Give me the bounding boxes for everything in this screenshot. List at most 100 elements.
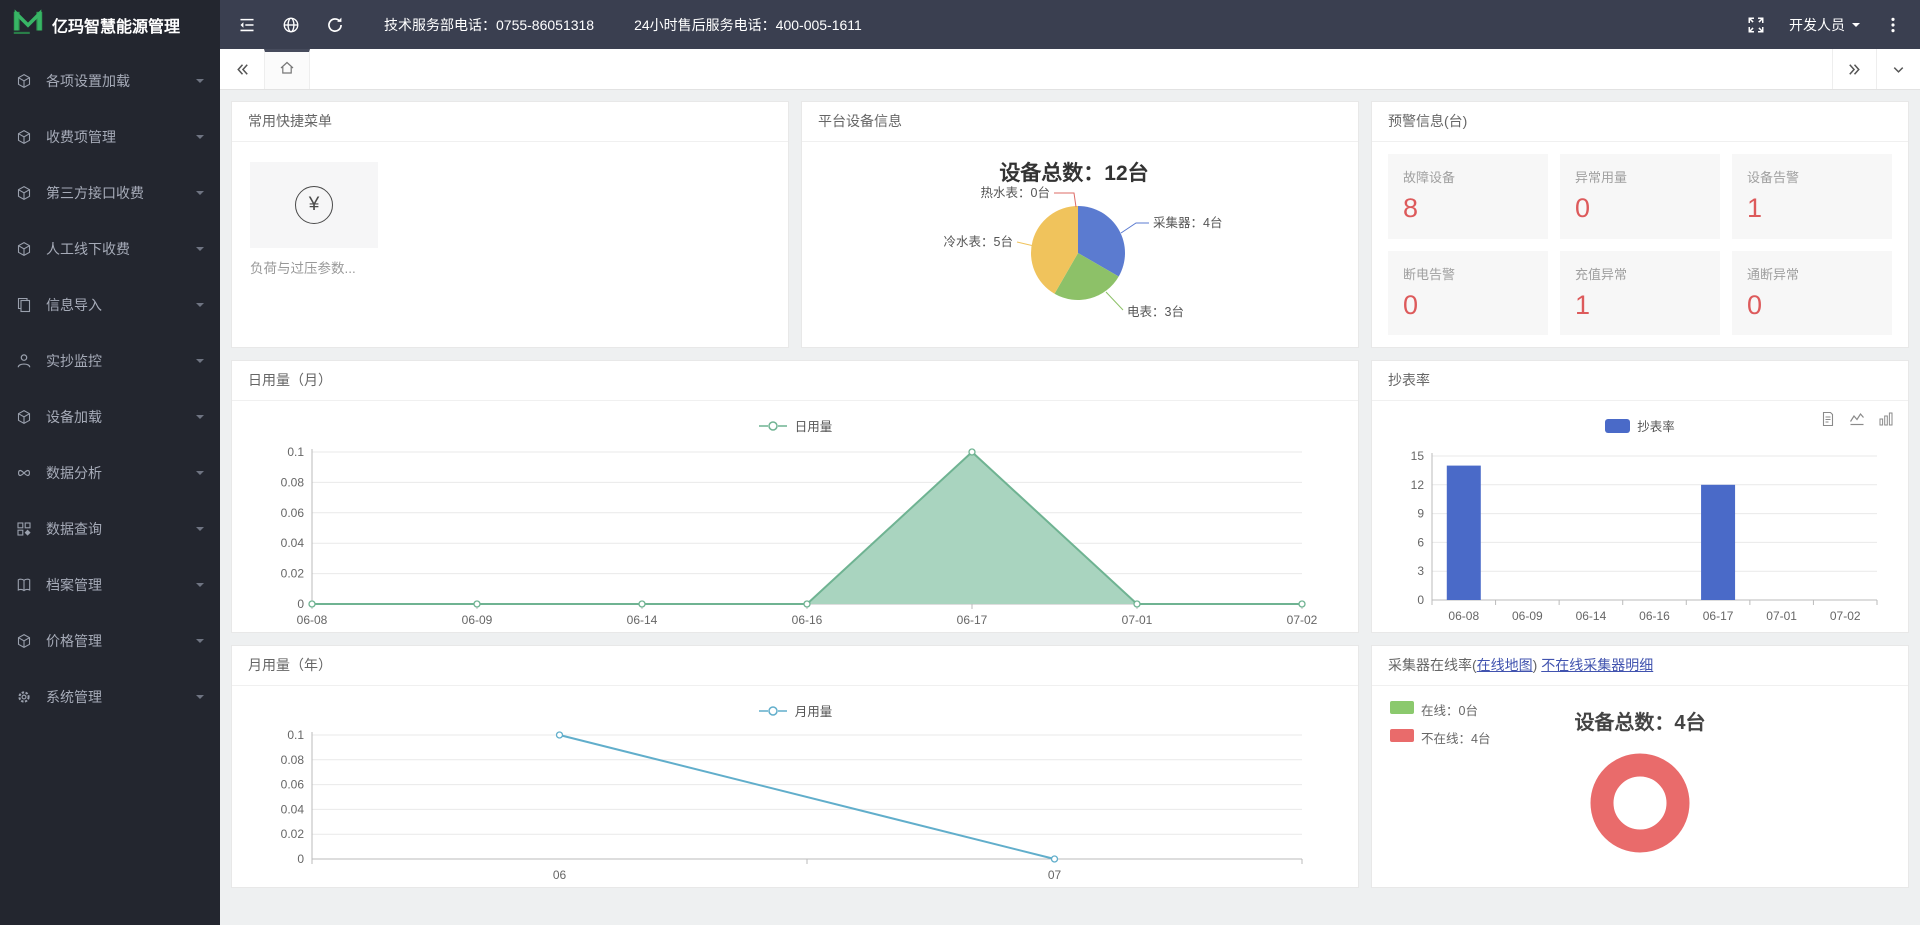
line-legend-marker-icon xyxy=(758,705,788,717)
monthly-usage-legend[interactable]: 月用量 xyxy=(248,694,1342,727)
cube-icon xyxy=(16,409,32,425)
x-tick-label: 06-08 xyxy=(1448,609,1479,623)
alert-label: 充值异常 xyxy=(1575,264,1705,283)
sidebar-item-offline-fee[interactable]: 人工线下收费 xyxy=(0,221,220,277)
pie-title: 设备总数：12台 xyxy=(999,161,1148,185)
alert-label: 故障设备 xyxy=(1403,167,1533,186)
menu-fold-icon[interactable] xyxy=(238,16,256,34)
sidebar-item-system[interactable]: 系统管理 xyxy=(0,669,220,725)
caret-down-icon xyxy=(196,639,204,647)
x-tick-label: 06-09 xyxy=(1512,609,1543,623)
caret-down-icon xyxy=(196,695,204,703)
sidebar-item-data-query[interactable]: 数据查询 xyxy=(0,501,220,557)
sidebar-item-fee-items[interactable]: 收费项管理 xyxy=(0,109,220,165)
alert-tile-abnormal-usage[interactable]: 异常用量0 xyxy=(1560,154,1720,239)
tabs-menu-icon[interactable] xyxy=(1876,49,1920,89)
caret-down-icon xyxy=(196,527,204,535)
donut-ring xyxy=(1602,765,1678,841)
alert-tile-recharge-abnormal[interactable]: 充值异常1 xyxy=(1560,251,1720,336)
caret-down-icon xyxy=(196,135,204,143)
sidebar-item-label: 各项设置加载 xyxy=(46,71,196,91)
caret-down-icon xyxy=(196,583,204,591)
sidebar-item-label: 数据查询 xyxy=(46,519,196,539)
caret-down-icon xyxy=(196,191,204,199)
y-tick-label: 0.08 xyxy=(281,475,305,489)
legend-online[interactable]: 在线：0台 xyxy=(1390,700,1490,719)
sidebar-item-data-analysis[interactable]: 数据分析 xyxy=(0,445,220,501)
tabs-scroll-left-icon[interactable] xyxy=(220,49,264,89)
tabs-scroll-right-icon[interactable] xyxy=(1832,49,1876,89)
switch-line-chart-icon[interactable] xyxy=(1849,411,1865,427)
app-root: 亿玛智慧能源管理 技术服务部电话：0755-86051318 24小时售后服务电… xyxy=(0,0,1920,925)
x-tick-label: 06-08 xyxy=(297,613,328,627)
caret-down-icon xyxy=(196,79,204,87)
refresh-icon[interactable] xyxy=(326,16,344,34)
tabbar xyxy=(220,49,1920,90)
caret-down-icon xyxy=(196,415,204,423)
legend-label: 抄表率 xyxy=(1637,416,1675,435)
sidebar: 各项设置加载 收费项管理 第三方接口收费 人工线下收费 信息导入 实抄监控 设备… xyxy=(0,49,220,925)
y-tick-label: 3 xyxy=(1417,564,1424,578)
collector-title-text: 采集器在线率( xyxy=(1388,657,1477,673)
sidebar-item-archive[interactable]: 档案管理 xyxy=(0,557,220,613)
sidebar-item-info-import[interactable]: 信息导入 xyxy=(0,277,220,333)
book-icon xyxy=(16,577,32,593)
card-daily-usage: 日用量（月） 日用量 00.020.040.060.080.106-0806-0… xyxy=(231,360,1359,633)
cube-icon xyxy=(16,241,32,257)
data-point xyxy=(557,732,563,738)
donut-plot xyxy=(1565,735,1715,873)
topbar-main: 技术服务部电话：0755-86051318 24小时售后服务电话：400-005… xyxy=(220,0,1920,49)
data-point xyxy=(1299,601,1305,607)
legend-label: 日用量 xyxy=(795,416,833,435)
collector-title-close: ) xyxy=(1533,657,1542,673)
sidebar-item-settings-load[interactable]: 各项设置加载 xyxy=(0,53,220,109)
shortcut-tile[interactable]: ¥ xyxy=(250,162,378,248)
x-tick-label: 06 xyxy=(553,868,567,882)
alert-tile-power-cut-alarm[interactable]: 断电告警0 xyxy=(1388,251,1548,336)
alert-label: 通断异常 xyxy=(1747,264,1877,283)
x-tick-label: 06-16 xyxy=(792,613,823,627)
y-tick-label: 9 xyxy=(1417,507,1424,521)
kebab-menu-icon[interactable] xyxy=(1884,16,1902,34)
alert-tile-switch-abnormal[interactable]: 通断异常0 xyxy=(1732,251,1892,336)
y-tick-label: 0.04 xyxy=(281,536,305,550)
y-tick-label: 0.06 xyxy=(281,506,305,520)
fullscreen-icon[interactable] xyxy=(1747,16,1765,34)
card-title: 月用量（年） xyxy=(232,646,1358,686)
alert-tile-device-alarm[interactable]: 设备告警1 xyxy=(1732,154,1892,239)
card-title: 采集器在线率(在线地图) 不在线采集器明细 xyxy=(1372,646,1908,686)
y-tick-label: 0 xyxy=(297,597,304,611)
gear-icon xyxy=(16,689,32,705)
reading-rate-legend[interactable]: 抄表率 xyxy=(1388,409,1892,442)
switch-bar-chart-icon[interactable] xyxy=(1878,411,1894,427)
shortcut-load-overvoltage[interactable]: ¥ 负荷与过压参数... xyxy=(250,162,378,277)
collector-donut-chart xyxy=(1565,735,1715,873)
offline-collector-detail-link[interactable]: 不在线采集器明细 xyxy=(1541,657,1653,673)
data-point xyxy=(969,449,975,455)
card-reading-rate: 抄表率 抄表率 0369121506-0806-0906-1406-1606-1… xyxy=(1371,360,1909,633)
legend-label: 月用量 xyxy=(795,701,833,720)
data-point xyxy=(474,601,480,607)
sidebar-item-label: 人工线下收费 xyxy=(46,239,196,259)
alert-tile-fault-devices[interactable]: 故障设备8 xyxy=(1388,154,1548,239)
sidebar-item-thirdparty-fee[interactable]: 第三方接口收费 xyxy=(0,165,220,221)
sidebar-item-reading-monitor[interactable]: 实抄监控 xyxy=(0,333,220,389)
reading-rate-chart: 0369121506-0806-0906-1406-1606-1707-0107… xyxy=(1388,442,1892,632)
legend-label: 不在线：4台 xyxy=(1421,728,1490,747)
sidebar-item-device-load[interactable]: 设备加载 xyxy=(0,389,220,445)
offline-swatch xyxy=(1390,729,1414,742)
user-menu[interactable]: 开发人员 xyxy=(1789,15,1860,35)
sidebar-item-label: 实抄监控 xyxy=(46,351,196,371)
bar xyxy=(1447,466,1481,600)
daily-usage-legend[interactable]: 日用量 xyxy=(248,409,1342,442)
tab-home[interactable] xyxy=(264,49,310,89)
data-view-icon[interactable] xyxy=(1820,411,1836,427)
card-alerts: 预警信息(台) 故障设备8 异常用量0 设备告警1 断电告警0 充值异常1 通断… xyxy=(1371,101,1909,348)
legend-offline[interactable]: 不在线：4台 xyxy=(1390,728,1490,747)
globe-icon[interactable] xyxy=(282,16,300,34)
x-tick-label: 06-17 xyxy=(957,613,988,627)
sidebar-item-price[interactable]: 价格管理 xyxy=(0,613,220,669)
online-map-link[interactable]: 在线地图 xyxy=(1477,657,1533,673)
y-tick-label: 0.06 xyxy=(281,778,305,792)
card-title: 预警信息(台) xyxy=(1372,102,1908,142)
